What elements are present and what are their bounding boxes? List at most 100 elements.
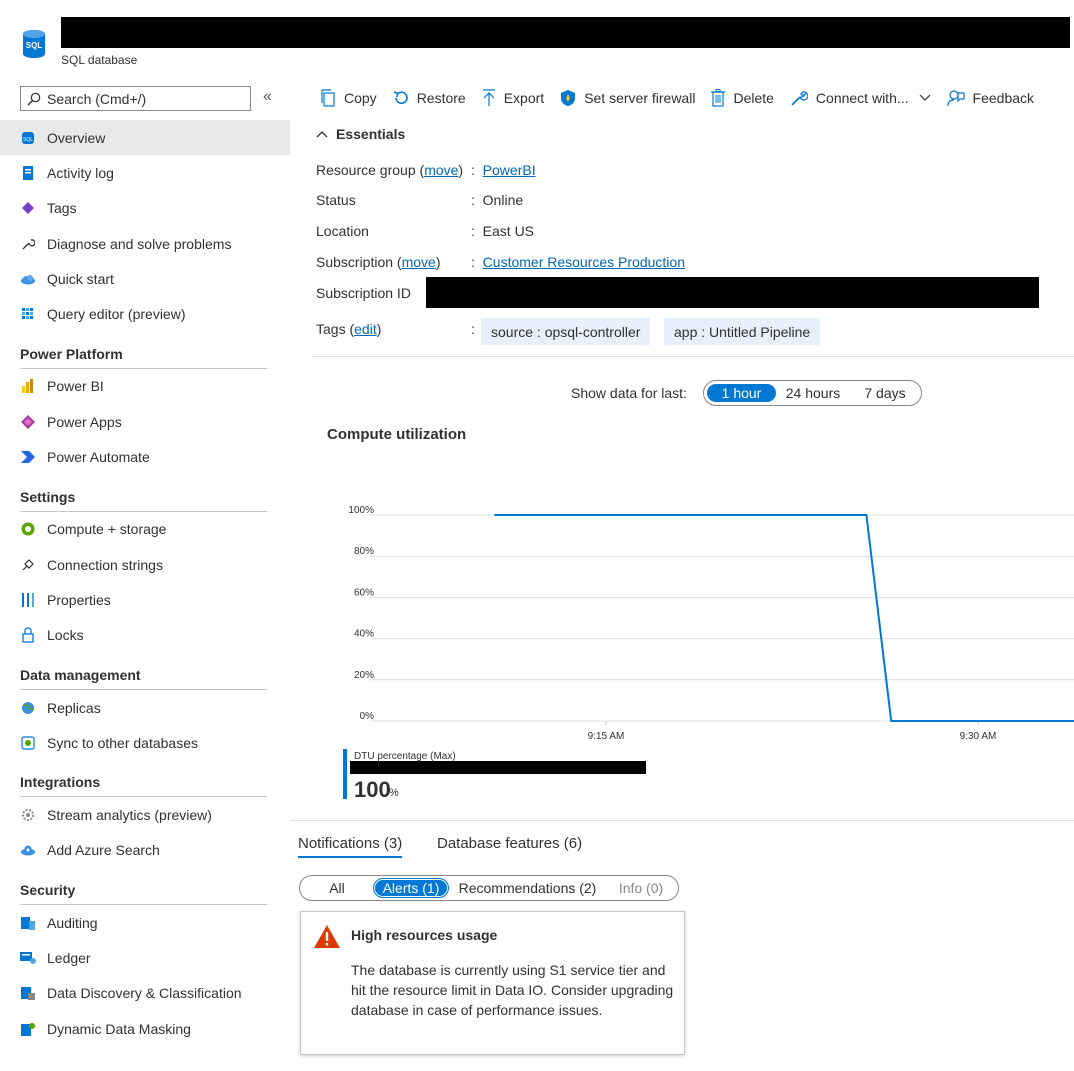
cloud-search-icon (20, 842, 36, 858)
sidebar-item-replicas[interactable]: Replicas (0, 690, 290, 725)
sql-database-icon: SQL (22, 28, 46, 60)
sidebar-item-locks[interactable]: Locks (0, 618, 290, 653)
search-icon (27, 92, 41, 105)
sidebar-item-power-automate[interactable]: Power Automate (0, 439, 290, 474)
connect-with-dropdown[interactable]: Connect with... (790, 89, 931, 107)
sidebar-item-auditing[interactable]: Auditing (0, 905, 290, 940)
filter-all[interactable]: All (304, 879, 370, 897)
sidebar-item-label: Replicas (47, 699, 101, 716)
sidebar-item-diagnose[interactable]: Diagnose and solve problems (0, 226, 290, 261)
sidebar-item-overview[interactable]: SQL Overview (0, 120, 290, 156)
sidebar-item-compute-storage[interactable]: Compute + storage (0, 512, 290, 547)
edit-tags-link[interactable]: edit (354, 321, 377, 337)
y-tick-label: 60% (354, 587, 374, 598)
section-data-management: Data management (20, 666, 141, 683)
location-value: : East US (471, 223, 535, 239)
y-tick-label: 100% (348, 505, 374, 516)
move-resource-group-link[interactable]: move (424, 162, 458, 178)
sidebar-item-label: Stream analytics (preview) (47, 807, 212, 824)
sidebar-item-data-discovery[interactable]: Data Discovery & Classification (0, 976, 290, 1011)
set-server-firewall-button[interactable]: Set server firewall (560, 89, 695, 107)
alert-title: High resources usage (351, 927, 498, 943)
sidebar-nav: SQL Overview Activity log Tags Diagnose … (0, 120, 290, 1046)
sidebar-item-quick-start[interactable]: Quick start (0, 261, 290, 296)
sidebar-item-query-editor[interactable]: Query editor (preview) (0, 296, 290, 331)
restore-icon (393, 91, 408, 104)
move-subscription-link[interactable]: move (402, 254, 436, 270)
gear-icon (20, 807, 36, 823)
tab-database-features[interactable]: Database features (6) (437, 835, 582, 852)
search-input[interactable]: Search (Cmd+/) (20, 86, 251, 111)
sidebar-item-ledger[interactable]: Ledger (0, 940, 290, 975)
range-option-1-hour[interactable]: 1 hour (707, 384, 776, 402)
sidebar-item-tags[interactable]: Tags (0, 191, 290, 226)
power-bi-icon (20, 378, 36, 394)
redacted-legend-detail (350, 761, 646, 774)
sidebar-item-label: Power BI (47, 378, 104, 395)
sidebar-item-label: Quick start (47, 270, 114, 287)
filter-info[interactable]: Info (0) (610, 879, 672, 897)
compute-icon (20, 521, 36, 537)
sidebar-item-label: Data Discovery & Classification (47, 985, 242, 1002)
time-range-selector: 1 hour 24 hours 7 days (703, 380, 922, 406)
sidebar-item-azure-search[interactable]: Add Azure Search (0, 833, 290, 868)
location-label: Location (316, 223, 369, 239)
sidebar-item-power-bi[interactable]: Power BI (0, 369, 290, 404)
sidebar-item-stream-analytics[interactable]: Stream analytics (preview) (0, 797, 290, 832)
time-range-label: Show data for last: (571, 385, 687, 401)
y-tick-label: 80% (354, 546, 374, 557)
collapse-sidebar-button[interactable]: « (263, 88, 272, 106)
query-editor-icon (20, 306, 36, 322)
tab-notifications[interactable]: Notifications (3) (298, 835, 403, 858)
warning-icon (313, 924, 341, 953)
search-placeholder: Search (Cmd+/) (47, 90, 147, 107)
tag-chip: app : Untitled Pipeline (664, 318, 821, 345)
sidebar-item-label: Tags (47, 200, 77, 217)
alert-body: The database is currently using S1 servi… (351, 962, 674, 1018)
wrench-icon (791, 91, 808, 106)
sidebar-item-label: Power Apps (47, 413, 122, 430)
cloud-icon (20, 271, 36, 287)
alert-card[interactable]: High resources usage The database is cur… (300, 911, 685, 1055)
essentials-toggle[interactable]: Essentials (316, 126, 405, 142)
range-option-24-hours[interactable]: 24 hours (780, 384, 846, 402)
compute-utilization-chart[interactable]: 0% 20% 40% 60% 80% 100% 9:15 AM 9:30 AM (330, 495, 1074, 745)
subscription-label: Subscription (move) (316, 254, 441, 270)
delete-button[interactable]: Delete (711, 89, 774, 107)
sidebar-item-activity-log[interactable]: Activity log (0, 155, 290, 190)
restore-button[interactable]: Restore (393, 90, 466, 106)
y-tick-label: 40% (354, 629, 374, 640)
sidebar-item-sync[interactable]: Sync to other databases (0, 725, 290, 760)
chart-title: Compute utilization (327, 426, 467, 443)
resource-group-label: Resource group (move) (316, 162, 464, 178)
sidebar-item-label: Locks (47, 627, 84, 644)
legend-color-bar (343, 749, 347, 799)
sidebar-item-properties[interactable]: Properties (0, 582, 290, 617)
sidebar-item-label: Dynamic Data Masking (47, 1020, 191, 1037)
tags-label: Tags (edit) (316, 321, 382, 337)
sidebar-item-label: Add Azure Search (47, 842, 160, 859)
subscription-id-label: Subscription ID (316, 285, 411, 301)
export-button[interactable]: Export (482, 89, 544, 107)
subscription-link[interactable]: Customer Resources Production (483, 254, 685, 270)
range-option-7-days[interactable]: 7 days (854, 384, 916, 402)
filter-recommendations[interactable]: Recommendations (2) (454, 879, 601, 897)
trash-icon (711, 89, 726, 107)
properties-icon (20, 592, 36, 608)
copy-button[interactable]: Copy (320, 89, 377, 107)
tags-colon: : (471, 321, 475, 337)
sidebar-item-connection-strings[interactable]: Connection strings (0, 547, 290, 582)
sidebar-item-data-masking[interactable]: Dynamic Data Masking (0, 1011, 290, 1046)
sidebar-item-label: Diagnose and solve problems (47, 235, 232, 252)
export-icon (482, 89, 495, 106)
sidebar-item-label: Overview (47, 129, 106, 146)
resource-group-link[interactable]: PowerBI (483, 162, 536, 178)
tag-icon (20, 200, 36, 216)
masking-icon (20, 1021, 36, 1037)
sidebar-item-label: Properties (47, 591, 111, 608)
feedback-button[interactable]: Feedback (946, 89, 1034, 107)
resource-type: SQL database (61, 53, 138, 67)
sidebar-item-power-apps[interactable]: Power Apps (0, 404, 290, 439)
filter-alerts[interactable]: Alerts (1) (373, 878, 449, 898)
ledger-icon (20, 950, 36, 966)
